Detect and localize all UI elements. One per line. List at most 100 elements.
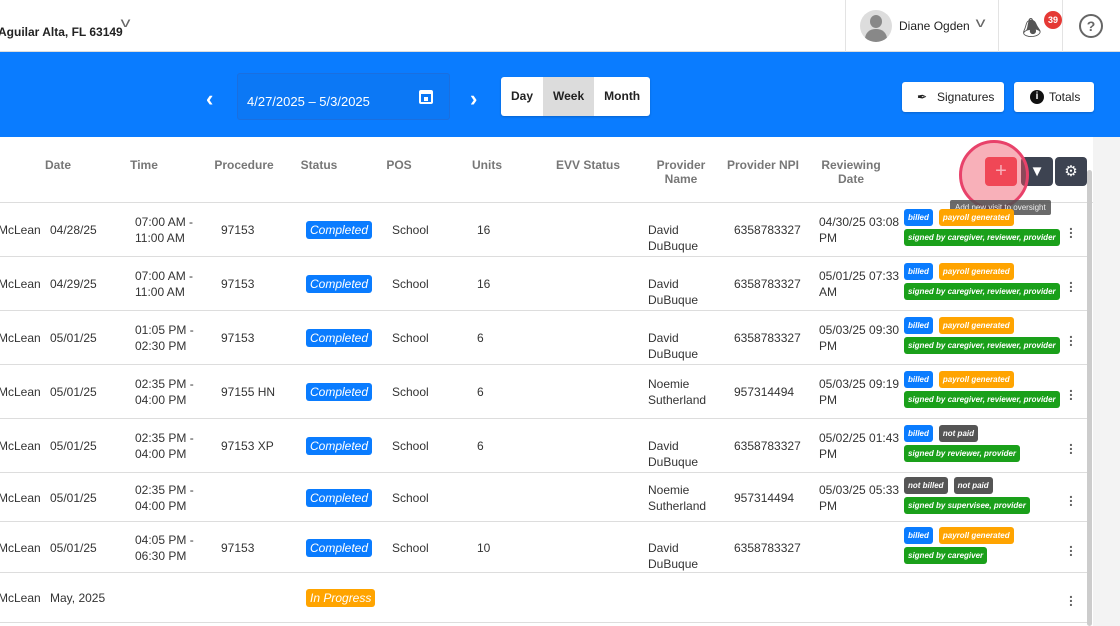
table-row[interactable]: McLean 04/28/25 07:00 AM - 11:00 AM 97153 Sc… <box>0 203 1087 257</box>
place-of-service: School <box>392 385 429 399</box>
procedure-code: 97153 <box>221 277 255 291</box>
reviewing-date: 05/03/25 09:19 PM <box>819 377 900 407</box>
chevron-down-icon: v <box>975 14 986 30</box>
row-actions-kebab-icon[interactable]: ... <box>1066 586 1076 608</box>
status-badge: In Progress <box>306 589 376 607</box>
billing-badges: billed payroll generated signed by caregiv… <box>904 526 1020 567</box>
header-reviewing-date[interactable]: Reviewing Date <box>820 158 882 186</box>
header-status[interactable]: Status <box>298 158 340 172</box>
billing-badges: billed payroll generated signed by caregiv… <box>904 371 1066 411</box>
table-row[interactable]: McLean 05/01/25 02:35 PM - 04:00 PM 97153 X… <box>0 419 1087 473</box>
badge-signed-by-caregiver-reviewer-provider: signed by caregiver, reviewer, provider <box>904 229 1060 246</box>
badge-signed-by-reviewer-provider: signed by reviewer, provider <box>904 445 1021 462</box>
place-of-service: School <box>392 540 429 555</box>
place-of-service: School <box>392 277 429 291</box>
row-actions-kebab-icon[interactable]: ... <box>1066 272 1076 294</box>
gear-icon: ⚙ <box>1064 163 1078 180</box>
user-menu[interactable]: Diane Ogden v <box>845 0 999 52</box>
table-row[interactable]: McLean 05/01/25 02:35 PM - 04:00 PM 97155 H… <box>0 365 1087 419</box>
badge-billed: billed <box>904 371 933 388</box>
view-week-button[interactable]: Week <box>543 77 595 116</box>
help-icon[interactable]: ? <box>1079 14 1103 38</box>
table-row[interactable]: McLean 04/29/25 07:00 AM - 11:00 AM 97153 Sc… <box>0 257 1087 311</box>
visit-date: 04/29/25 <box>50 277 97 291</box>
provider-name: Noemie Sutherland <box>648 482 707 513</box>
badge-signed-by-caregiver: signed by caregiver <box>904 546 988 564</box>
header-time[interactable]: Time <box>124 158 164 172</box>
client-name: McLean <box>0 439 41 453</box>
next-week-button[interactable]: › <box>470 86 477 112</box>
status-badge: Completed <box>306 275 373 293</box>
row-actions-kebab-icon[interactable]: ... <box>1066 380 1076 402</box>
procedure-code: 97153 <box>221 540 255 555</box>
scrollbar[interactable] <box>1087 170 1092 626</box>
visit-time: 02:35 PM - 04:00 PM <box>135 482 194 513</box>
right-gutter <box>1093 137 1120 626</box>
settings-button[interactable]: ⚙ <box>1055 157 1087 186</box>
table-row[interactable]: McLean May, 2025 In Progress... <box>0 573 1087 623</box>
header-procedure[interactable]: Procedure <box>213 158 275 172</box>
filter-icon: ▼ <box>1029 163 1045 180</box>
header-units[interactable]: Units <box>467 158 507 172</box>
visit-time: 07:00 AM - 11:00 AM <box>135 269 194 299</box>
row-actions-kebab-icon[interactable]: ... <box>1066 326 1076 348</box>
provider-npi: 957314494 <box>734 490 795 505</box>
view-day-button[interactable]: Day <box>501 77 543 116</box>
top-bar: Aguilar Alta, FL 63149 v Diane Ogden v 🕭… <box>0 0 1120 52</box>
reviewing-date: 05/03/25 09:30 PM <box>819 323 900 353</box>
client-name: McLean <box>0 490 41 505</box>
badge-not-billed: not billed <box>904 476 948 494</box>
visit-time: 07:00 AM - 11:00 AM <box>135 215 194 245</box>
info-icon: i <box>1030 90 1044 104</box>
reviewing-date: 05/02/25 01:43 PM <box>819 431 900 461</box>
provider-name: David DuBuque <box>648 439 699 469</box>
status-badge: Completed <box>306 488 373 507</box>
table-header: Date Time Procedure Status POS Units EVV… <box>0 137 1093 203</box>
client-name: McLean <box>0 331 41 345</box>
visit-date: 05/01/25 <box>50 385 97 399</box>
header-provider-name[interactable]: Provider Name <box>652 158 710 186</box>
units: 6 <box>477 439 484 453</box>
signatures-button[interactable]: ✒ Signatures <box>902 82 1004 112</box>
table-row[interactable]: McLean 05/01/25 04:05 PM - 06:30 PM 97153 Sc… <box>0 522 1087 573</box>
bell-icon[interactable]: 🕭 <box>1022 12 1042 50</box>
row-actions-kebab-icon[interactable]: ... <box>1066 434 1076 456</box>
place-of-service: School <box>392 490 429 505</box>
row-actions-kebab-icon[interactable]: ... <box>1066 536 1076 558</box>
client-name: McLean <box>0 591 41 605</box>
provider-name: David DuBuque <box>648 540 699 571</box>
calendar-icon[interactable] <box>419 90 433 104</box>
units: 10 <box>477 540 491 555</box>
view-month-button[interactable]: Month <box>594 77 650 116</box>
badge-not-paid: not paid <box>938 425 978 442</box>
procedure-code: 97153 <box>221 223 255 237</box>
badge-billed: billed <box>904 209 933 226</box>
visit-date: 05/01/25 <box>50 540 97 555</box>
client-name: McLean <box>0 540 41 555</box>
date-range-picker[interactable]: 4/27/2025 – 5/3/2025 <box>237 73 450 120</box>
totals-button[interactable]: i Totals <box>1014 82 1094 112</box>
badge-payroll-generated: payroll generated <box>938 371 1014 388</box>
header-evv-status[interactable]: EVV Status <box>553 158 623 172</box>
badge-payroll-generated: payroll generated <box>938 317 1014 334</box>
units: 16 <box>477 223 491 237</box>
billing-badges: not billed not paid signed by supervisee, … <box>904 476 1036 517</box>
table-row[interactable]: McLean 05/01/25 02:35 PM - 04:00 PM School N… <box>0 473 1087 522</box>
table-row[interactable]: McLean 05/01/25 01:05 PM - 02:30 PM 97153 Sc… <box>0 311 1087 365</box>
header-date[interactable]: Date <box>38 158 78 172</box>
row-actions-kebab-icon[interactable]: ... <box>1066 218 1076 240</box>
provider-name: David DuBuque <box>648 223 699 253</box>
row-actions-kebab-icon[interactable]: ... <box>1066 486 1076 508</box>
header-pos[interactable]: POS <box>383 158 415 172</box>
badge-billed: billed <box>904 425 933 442</box>
client-name: McLean <box>0 277 41 291</box>
prev-week-button[interactable]: ‹ <box>206 86 213 112</box>
procedure-code: 97155 HN <box>221 385 276 399</box>
badge-signed-by-supervisee-provider: signed by supervisee, provider <box>904 496 1030 514</box>
location-chevron-down-icon[interactable]: v <box>121 14 131 30</box>
provider-name: Noemie Sutherland <box>648 377 707 407</box>
badge-signed-by-caregiver-reviewer-provider: signed by caregiver, reviewer, provider <box>904 391 1060 408</box>
header-provider-npi[interactable]: Provider NPI <box>726 158 800 172</box>
badge-billed: billed <box>904 263 933 280</box>
procedure-code: 97153 <box>221 331 255 345</box>
